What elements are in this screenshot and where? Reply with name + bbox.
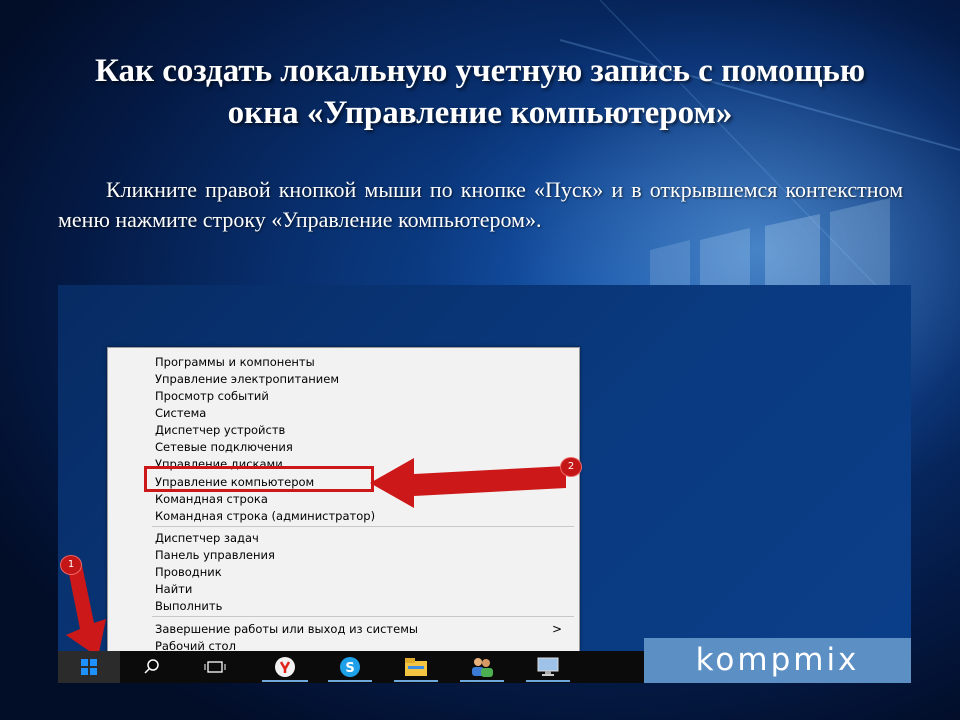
active-indicator xyxy=(394,680,438,682)
menu-separator xyxy=(152,616,574,617)
taskbar-users[interactable] xyxy=(454,651,510,683)
menu-item-task-manager[interactable]: Диспетчер задач xyxy=(155,530,259,546)
active-indicator xyxy=(460,680,504,682)
menu-item-file-explorer[interactable]: Проводник xyxy=(155,564,222,580)
slide-title: Как создать локальную учетную запись с п… xyxy=(94,53,866,131)
submenu-arrow-icon: > xyxy=(552,622,563,636)
taskbar-computer[interactable] xyxy=(520,651,576,683)
embedded-screenshot: Программы и компоненты Управление электр… xyxy=(58,285,911,683)
task-view-button[interactable] xyxy=(190,651,240,683)
search-icon xyxy=(144,659,159,674)
menu-item-system[interactable]: Система xyxy=(155,405,206,421)
active-indicator xyxy=(328,680,372,682)
start-button[interactable] xyxy=(58,651,120,683)
skype-icon: S xyxy=(340,657,360,677)
menu-item-run[interactable]: Выполнить xyxy=(155,598,222,614)
windows-start-icon xyxy=(81,659,97,675)
svg-text:S: S xyxy=(345,661,354,676)
taskbar-file-explorer[interactable] xyxy=(388,651,444,683)
annotation-badge-1: 1 xyxy=(60,555,82,575)
menu-item-command-prompt-admin[interactable]: Командная строка (администратор) xyxy=(155,508,375,524)
task-view-icon xyxy=(204,661,226,673)
annotation-arrow-2 xyxy=(370,458,566,508)
menu-item-search[interactable]: Найти xyxy=(155,581,192,597)
menu-item-command-prompt[interactable]: Командная строка xyxy=(155,491,268,507)
menu-item-event-viewer[interactable]: Просмотр событий xyxy=(155,388,269,404)
menu-item-control-panel[interactable]: Панель управления xyxy=(155,547,275,563)
yandex-browser-icon xyxy=(275,657,295,677)
taskbar-yandex-browser[interactable] xyxy=(256,651,314,683)
search-button[interactable] xyxy=(128,651,176,683)
menu-item-power-options[interactable]: Управление электропитанием xyxy=(155,371,339,387)
users-icon xyxy=(472,658,493,677)
slide-body-text: Кликните правой кнопкой мыши по кнопке «… xyxy=(58,177,903,232)
menu-item-shutdown-signout[interactable]: Завершение работы или выход из системы xyxy=(155,621,418,637)
menu-item-device-manager[interactable]: Диспетчер устройств xyxy=(155,422,285,438)
active-indicator xyxy=(262,680,308,682)
background-light-rays xyxy=(560,0,960,300)
annotation-badge-2: 2 xyxy=(560,457,582,477)
kompmix-watermark: kompmix xyxy=(644,638,911,683)
annotation-arrow-1 xyxy=(66,565,106,657)
active-indicator xyxy=(526,680,570,682)
file-explorer-icon xyxy=(405,658,427,676)
highlight-box xyxy=(144,466,374,492)
menu-item-programs-and-features[interactable]: Программы и компоненты xyxy=(155,354,315,370)
taskbar-skype[interactable]: S xyxy=(322,651,378,683)
menu-separator xyxy=(152,526,574,527)
computer-icon xyxy=(537,657,559,676)
menu-item-network-connections[interactable]: Сетевые подключения xyxy=(155,439,293,455)
